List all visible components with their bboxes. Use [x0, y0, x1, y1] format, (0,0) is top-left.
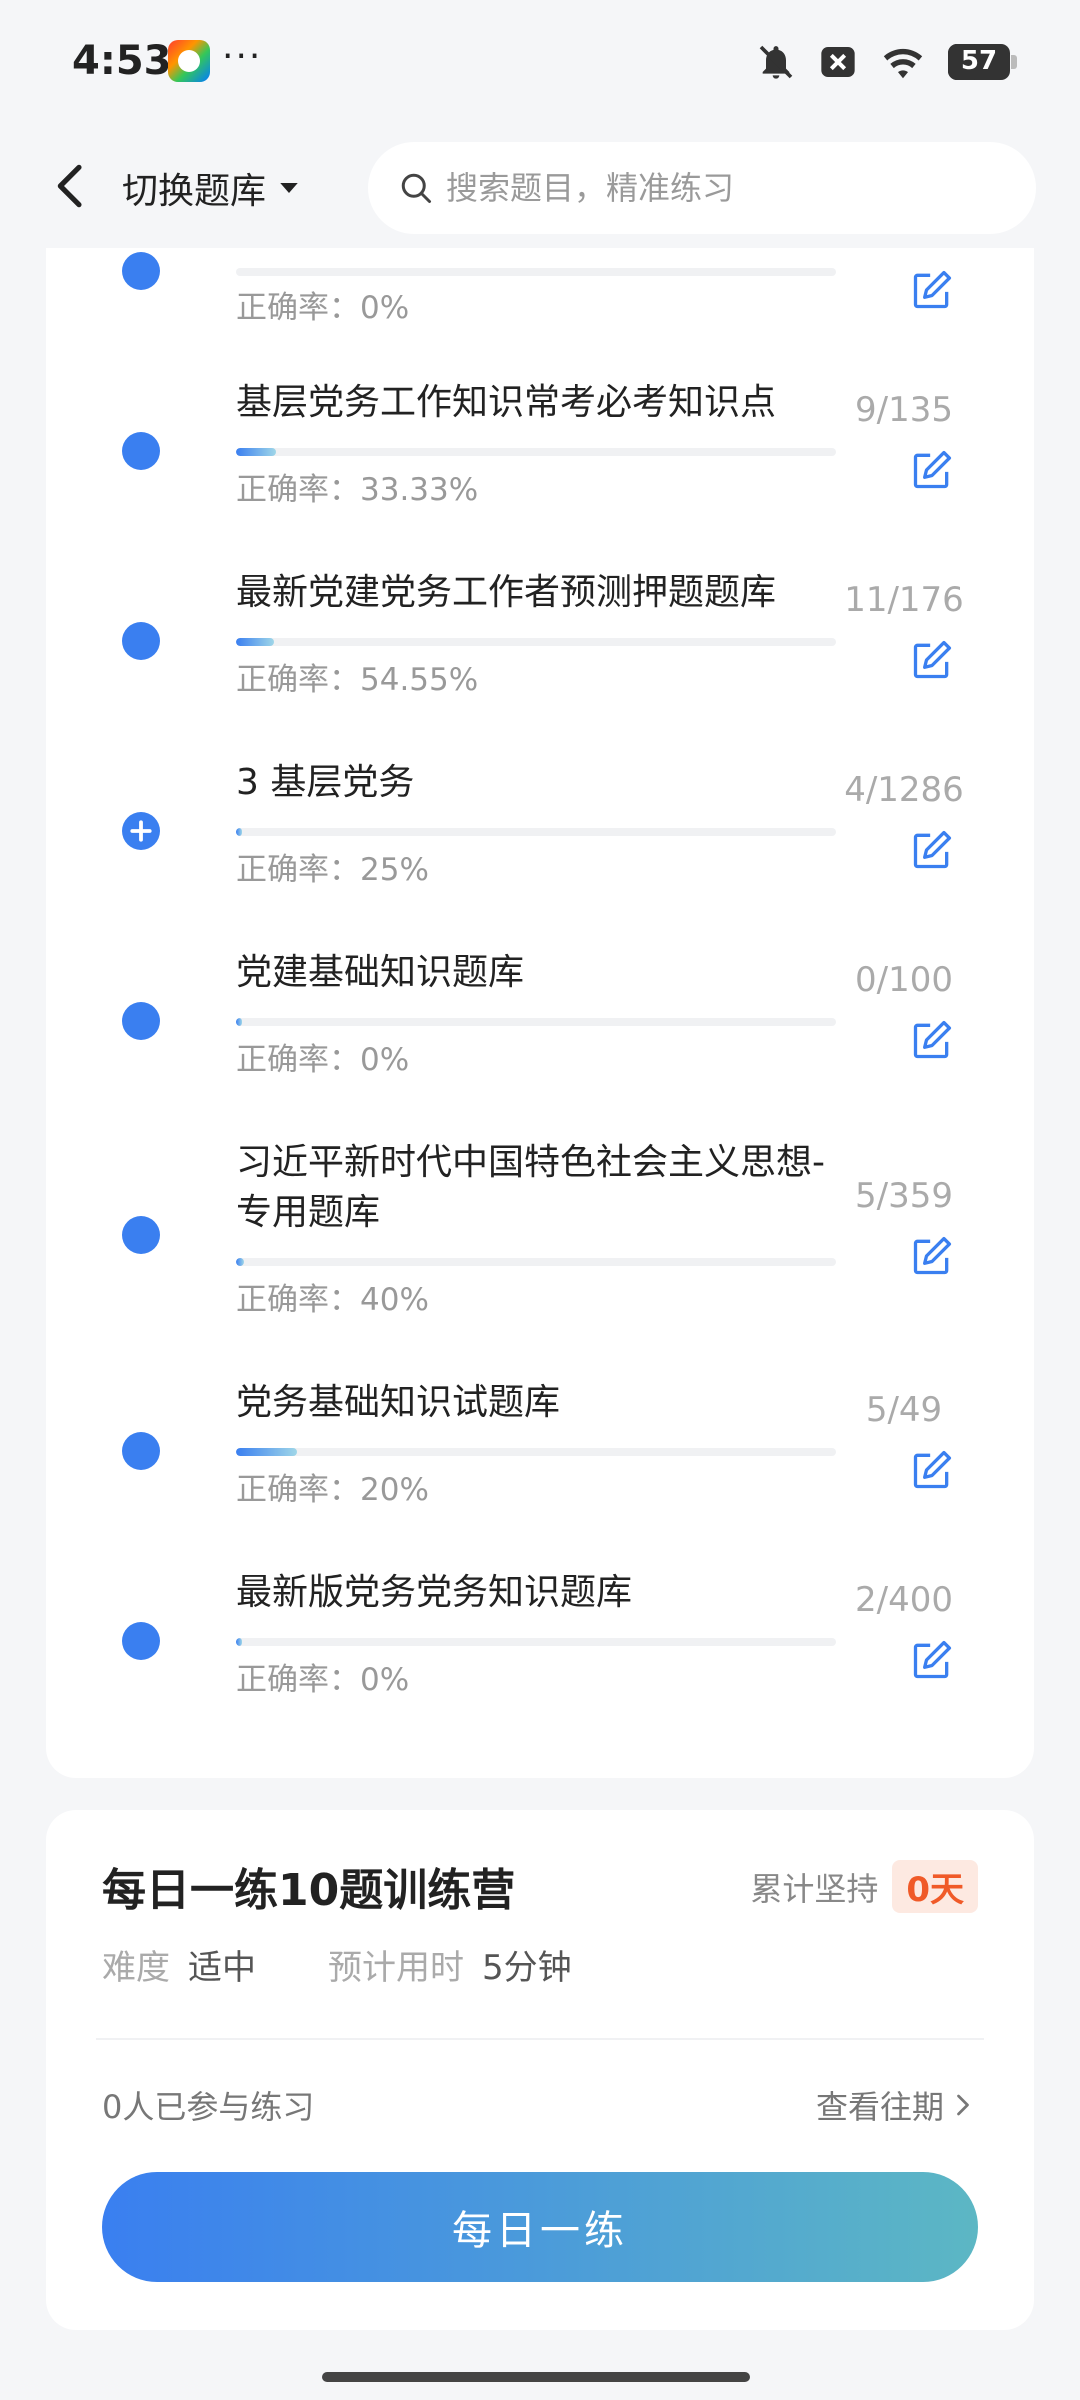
daily-training-card: 每日一练10题训练营 累计坚持 0天 难度 适中 预计用时 5分钟 0人已参与练…	[46, 1810, 1034, 2330]
bank-dot-marker	[122, 1002, 160, 1040]
progress-track	[236, 828, 836, 836]
edit-icon[interactable]	[910, 1018, 954, 1062]
difficulty-value: 适中	[188, 1948, 256, 1988]
daily-practice-button[interactable]: 每日一练	[102, 2172, 978, 2282]
progress-fill	[236, 1258, 245, 1266]
history-label: 查看往期	[815, 2088, 944, 2126]
bank-dot-marker	[122, 1432, 160, 1470]
status-icons: 57	[756, 40, 1017, 84]
edit-icon[interactable]	[910, 1448, 954, 1492]
bank-title: 最新版党务党务知识题库	[236, 1572, 633, 1613]
chevron-right-icon	[957, 2094, 969, 2116]
progress-count: 2/400	[855, 1580, 953, 1620]
progress-count: 5/359	[855, 1176, 953, 1216]
list-item[interactable]: 最新版党务党务知识题库 正确率：0% 2/400	[46, 1568, 1034, 1758]
status-bar: 4:53 ··· 57	[0, 0, 1080, 124]
time-label: 预计用时	[328, 1948, 464, 1988]
bank-title: 最新党建党务工作者预测押题题库	[236, 572, 777, 613]
bell-off-icon	[759, 45, 793, 79]
list-item[interactable]: 3 基层党务 正确率：25% 4/1286	[46, 758, 1034, 948]
view-history-link[interactable]: 查看往期	[816, 2082, 974, 2128]
edit-icon[interactable]	[910, 638, 954, 682]
progress-track	[236, 1638, 836, 1646]
bank-title: 党务基础知识试题库	[236, 1382, 561, 1423]
app-notification-icon	[168, 40, 210, 82]
accuracy-rate: 正确率：54.55%	[236, 662, 479, 698]
progress-fill	[236, 448, 277, 456]
accuracy-rate: 正确率：0%	[236, 1662, 410, 1698]
progress-track	[236, 268, 836, 276]
progress-fill	[236, 1018, 242, 1026]
status-more-dots: ···	[222, 36, 263, 77]
progress-fill	[236, 828, 242, 836]
bank-title: 3 基层党务	[236, 762, 415, 803]
edit-icon[interactable]	[910, 828, 954, 872]
close-box-icon	[821, 47, 855, 77]
progress-fill	[236, 1448, 298, 1456]
list-item[interactable]: 党务基础知识试题库 正确率：20% 5/49	[46, 1378, 1034, 1568]
wifi-icon	[883, 48, 923, 79]
accuracy-rate: 正确率：0%	[236, 290, 410, 326]
training-meta: 难度 适中 预计用时 5分钟	[102, 1940, 644, 1989]
accuracy-rate: 正确率：25%	[236, 852, 429, 888]
bank-title: 习近平新时代中国特色社会主义思想-专用题库	[236, 1142, 825, 1233]
list-item[interactable]: 习近平新时代中国特色社会主义思想-专用题库 正确率：40% 5/359	[46, 1138, 1034, 1378]
streak-label: 累计坚持	[750, 1869, 879, 1908]
status-time: 4:53	[72, 38, 172, 84]
bank-dot-marker	[122, 252, 160, 290]
progress-count: 0/100	[855, 960, 953, 1000]
difficulty-label: 难度	[102, 1948, 170, 1988]
progress-fill	[236, 1638, 242, 1646]
progress-track	[236, 1448, 836, 1456]
progress-fill	[236, 638, 274, 646]
plus-circle-icon[interactable]	[122, 812, 160, 850]
accuracy-rate: 正确率：40%	[236, 1282, 429, 1318]
list-item[interactable]: 正确率：0%	[46, 158, 1034, 348]
accuracy-rate: 正确率：0%	[236, 1042, 410, 1078]
bank-dot-marker	[122, 1216, 160, 1254]
progress-count: 4/1286	[844, 770, 964, 810]
progress-count: 11/176	[844, 580, 964, 620]
progress-track	[236, 448, 836, 456]
accuracy-rate: 正确率：33.33%	[236, 472, 479, 508]
edit-icon[interactable]	[910, 268, 954, 312]
list-item[interactable]: 基层党务工作知识常考必考知识点 正确率：33.33% 9/135	[46, 378, 1034, 568]
divider	[96, 2038, 984, 2040]
streak: 累计坚持 0天	[750, 1860, 978, 1913]
edit-icon[interactable]	[910, 448, 954, 492]
streak-badge: 0天	[892, 1860, 978, 1913]
battery-icon: 57	[948, 44, 1017, 80]
bank-title: 基层党务工作知识常考必考知识点	[236, 382, 777, 423]
list-item[interactable]: 党建基础知识题库 正确率：0% 0/100	[46, 948, 1034, 1138]
progress-track	[236, 1258, 836, 1266]
home-indicator[interactable]	[322, 2372, 750, 2382]
progress-track	[236, 1018, 836, 1026]
progress-count: 5/49	[865, 1390, 943, 1430]
bank-title: 党建基础知识题库	[236, 952, 525, 993]
edit-icon[interactable]	[910, 1234, 954, 1278]
training-title: 每日一练10题训练营	[102, 1865, 516, 1916]
bank-dot-marker	[122, 432, 160, 470]
edit-icon[interactable]	[910, 1638, 954, 1682]
participants-count: 0人已参与练习	[102, 2088, 315, 2126]
accuracy-rate: 正确率：20%	[236, 1472, 429, 1508]
bank-dot-marker	[122, 1622, 160, 1660]
progress-count: 9/135	[855, 390, 953, 430]
battery-level: 57	[960, 46, 998, 76]
time-value: 5分钟	[482, 1948, 572, 1988]
question-bank-list: 正确率：0% 基层党务工作知识常考必考知识点 正确率：33.33% 9/135 …	[46, 248, 1034, 1778]
screen: 4:53 ··· 57 切换题库 搜索题目，精准练习 正确率：0% 基层党务工作…	[0, 0, 1080, 2400]
progress-track	[236, 638, 836, 646]
bank-dot-marker	[122, 622, 160, 660]
list-item[interactable]: 最新党建党务工作者预测押题题库 正确率：54.55% 11/176	[46, 568, 1034, 758]
